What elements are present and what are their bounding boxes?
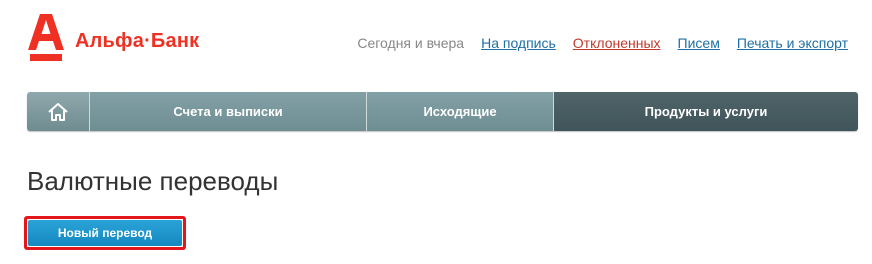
home-tab[interactable]: [27, 92, 90, 131]
top-navigation: Сегодня и вчера На подпись Отклоненных П…: [357, 34, 848, 52]
tab-accounts-statements[interactable]: Счета и выписки: [90, 92, 367, 131]
page-title: Валютные переводы: [27, 166, 279, 196]
new-transfer-button[interactable]: Новый перевод: [28, 220, 182, 246]
main-navigation: Счета и выписки Исходящие Продукты и усл…: [27, 92, 858, 131]
print-export-link[interactable]: Печать и экспорт: [737, 34, 848, 52]
brand-name: Альфа·Банк: [75, 30, 200, 52]
today-yesterday-label: Сегодня и вчера: [357, 35, 465, 51]
alfa-logo-icon: [28, 14, 64, 61]
tab-products-services[interactable]: Продукты и услуги: [554, 92, 858, 131]
home-icon: [48, 102, 68, 121]
tab-outgoing[interactable]: Исходящие: [367, 92, 554, 131]
to-sign-link[interactable]: На подпись: [481, 34, 556, 52]
letters-link[interactable]: Писем: [678, 34, 720, 52]
rejected-link[interactable]: Отклоненных: [573, 34, 661, 52]
new-transfer-highlight: Новый перевод: [24, 216, 186, 250]
